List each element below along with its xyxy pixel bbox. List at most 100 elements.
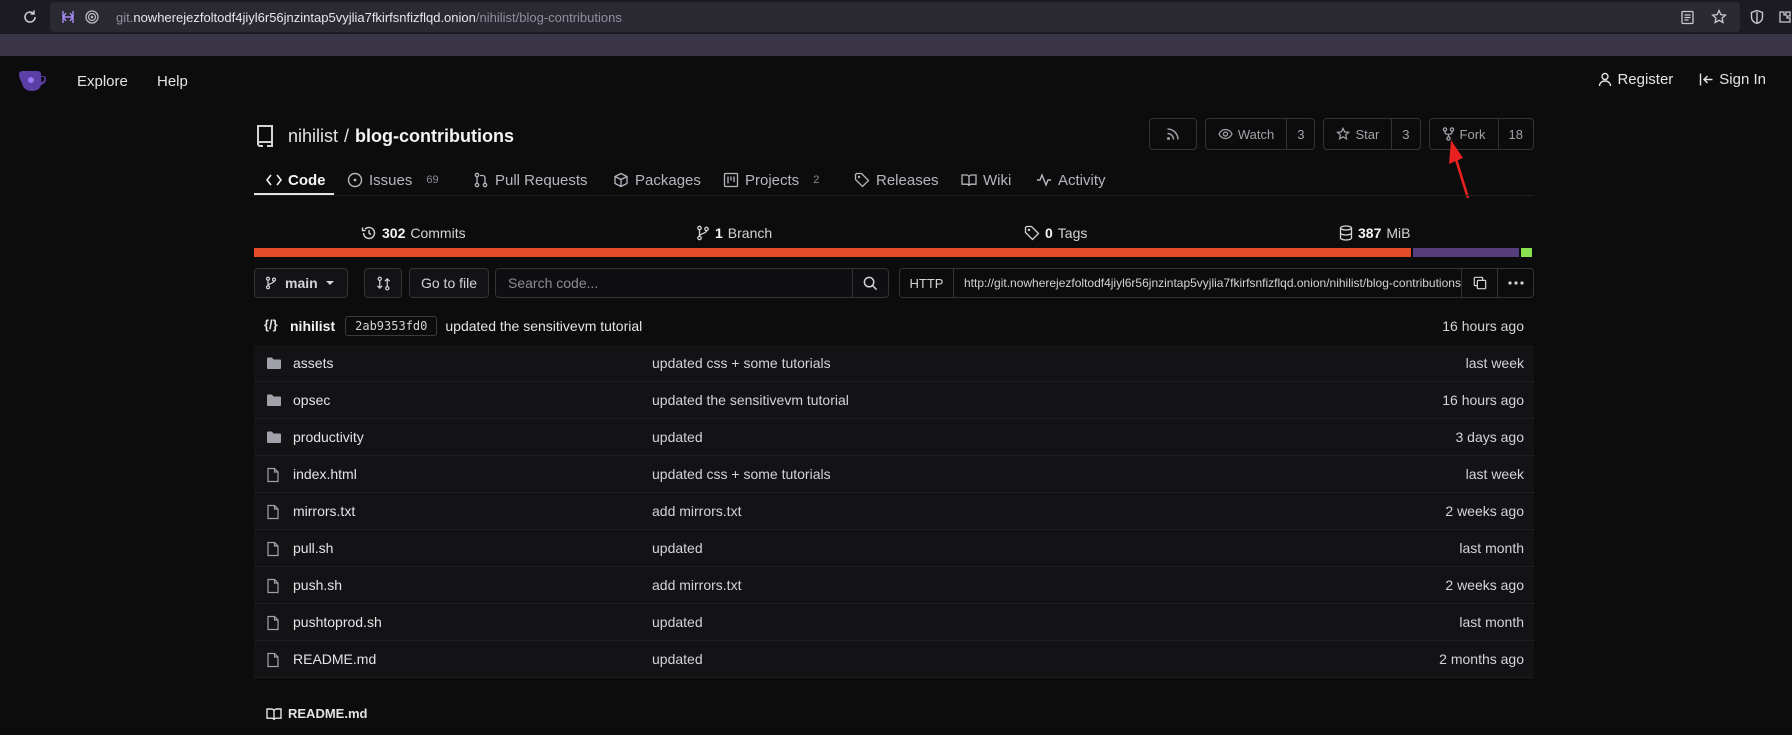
- repo-tabs: Code Issues 69 Pull Requests Packages Pr…: [254, 162, 1534, 196]
- language-segment[interactable]: [254, 248, 1411, 257]
- file-commit-message-link[interactable]: add mirrors.txt: [652, 577, 741, 593]
- star-label: Star: [1355, 126, 1380, 142]
- star-count[interactable]: 3: [1391, 119, 1419, 149]
- fork-count[interactable]: 18: [1497, 119, 1533, 149]
- database-icon: [1339, 225, 1353, 241]
- star-icon: [1336, 127, 1351, 141]
- star-button[interactable]: Star: [1324, 119, 1391, 149]
- tab-projects[interactable]: Projects 2: [723, 166, 819, 194]
- tab-issues[interactable]: Issues 69: [347, 166, 439, 194]
- register-link[interactable]: Register: [1598, 71, 1673, 88]
- author-avatar[interactable]: {/}: [264, 317, 286, 335]
- issues-count: 69: [426, 174, 439, 186]
- site-permissions-icon[interactable]: [56, 2, 80, 32]
- file-name-link[interactable]: index.html: [293, 466, 357, 482]
- file-commit-message-link[interactable]: updated css + some tutorials: [652, 355, 831, 371]
- branches-label: Branch: [727, 225, 773, 241]
- shield-icon[interactable]: [1743, 0, 1771, 34]
- branch-icon: [265, 276, 277, 290]
- file-icon: [266, 578, 282, 594]
- watch-button[interactable]: Watch: [1206, 119, 1286, 149]
- person-icon: [1599, 72, 1612, 87]
- branches-stat[interactable]: 1 Branch: [696, 225, 772, 241]
- file-commit-message-link[interactable]: updated css + some tutorials: [652, 466, 831, 482]
- file-commit-message-link[interactable]: updated: [652, 651, 703, 667]
- language-segment[interactable]: [1412, 248, 1519, 257]
- file-row: opsec updated the sensitivevm tutorial 16 …: [254, 382, 1534, 419]
- file-icon: [266, 504, 282, 520]
- url-text[interactable]: git.nowherejezfoltodf4jiyl6r56jnzintap5v…: [116, 10, 622, 25]
- tab-wiki[interactable]: Wiki: [961, 166, 1011, 194]
- register-label: Register: [1617, 71, 1674, 88]
- clone-protocol-button[interactable]: HTTP: [900, 269, 954, 297]
- file-row: mirrors.txt add mirrors.txt 2 weeks ago: [254, 493, 1534, 530]
- file-commit-time: last week: [1465, 355, 1524, 371]
- code-icon: [266, 174, 282, 186]
- go-to-file-button[interactable]: Go to file: [409, 268, 489, 298]
- tags-count: 0: [1045, 225, 1053, 241]
- reader-view-icon[interactable]: [1674, 2, 1700, 32]
- bookmark-star-icon[interactable]: [1706, 2, 1732, 32]
- sign-in-icon: [1700, 73, 1713, 86]
- tab-pull-requests[interactable]: Pull Requests: [473, 166, 588, 194]
- address-bar[interactable]: git.nowherejezfoltodf4jiyl6r56jnzintap5v…: [50, 2, 1740, 32]
- file-name-link[interactable]: productivity: [293, 429, 364, 445]
- watch-button-group: Watch 3: [1204, 118, 1316, 150]
- file-name-link[interactable]: push.sh: [293, 577, 342, 593]
- reload-icon[interactable]: [16, 0, 44, 34]
- copy-url-button[interactable]: [1461, 269, 1497, 297]
- watch-label: Watch: [1237, 126, 1275, 142]
- file-row: index.html updated css + some tutorials la…: [254, 456, 1534, 493]
- language-segment[interactable]: [1520, 248, 1532, 257]
- eye-icon: [1218, 128, 1233, 140]
- branch-selector[interactable]: main: [254, 268, 348, 298]
- watch-count[interactable]: 3: [1286, 119, 1314, 149]
- file-commit-message-link[interactable]: updated: [652, 540, 703, 556]
- tab-packages[interactable]: Packages: [613, 166, 701, 194]
- nav-help-link[interactable]: Help: [157, 73, 188, 90]
- nav-explore-link[interactable]: Explore: [77, 73, 128, 90]
- rss-button[interactable]: [1148, 118, 1197, 150]
- file-commit-message-link[interactable]: updated the sensitivevm tutorial: [652, 392, 849, 408]
- tab-releases[interactable]: Releases: [854, 166, 939, 194]
- search-button[interactable]: [852, 269, 888, 297]
- commits-count: 302: [382, 225, 406, 241]
- clone-url-field[interactable]: http://git.nowherejezfoltodf4jiyl6r56jnz…: [954, 269, 1461, 297]
- repo-owner-link[interactable]: nihilist: [288, 126, 338, 147]
- repo-actions: Watch 3 Star 3 Fork 18: [1148, 118, 1534, 150]
- compare-button[interactable]: [364, 268, 402, 298]
- repo-name-link[interactable]: blog-contributions: [355, 126, 514, 147]
- commit-sha-link[interactable]: 2ab9353fd0: [345, 316, 438, 336]
- forgejo-logo-icon[interactable]: [16, 68, 48, 94]
- file-name-link[interactable]: README.md: [293, 651, 376, 667]
- onion-icon[interactable]: [80, 2, 104, 32]
- browser-toolbar: git.nowherejezfoltodf4jiyl6r56jnzintap5v…: [0, 0, 1792, 34]
- browser-tab-strip: [0, 34, 1792, 56]
- file-commit-message-link[interactable]: updated: [652, 614, 703, 630]
- branch-icon: [697, 225, 709, 241]
- file-commit-time: 2 weeks ago: [1445, 503, 1524, 519]
- tab-activity[interactable]: Activity: [1036, 166, 1106, 194]
- commits-stat[interactable]: 302 Commits: [361, 225, 466, 241]
- file-icon: [266, 652, 282, 668]
- tab-issues-label: Issues: [369, 171, 413, 189]
- file-commit-message-link[interactable]: updated: [652, 429, 703, 445]
- readme-header[interactable]: README.md: [266, 706, 367, 721]
- file-name-link[interactable]: pull.sh: [293, 540, 333, 556]
- file-commit-message-link[interactable]: add mirrors.txt: [652, 503, 741, 519]
- tags-stat[interactable]: 0 Tags: [1024, 225, 1087, 241]
- file-name-link[interactable]: assets: [293, 355, 333, 371]
- file-name-link[interactable]: opsec: [293, 392, 330, 408]
- file-name-link[interactable]: mirrors.txt: [293, 503, 355, 519]
- language-stats-bar[interactable]: [254, 248, 1532, 257]
- commit-message-link[interactable]: updated the sensitivevm tutorial: [445, 318, 642, 334]
- commit-author-link[interactable]: nihilist: [290, 318, 335, 334]
- file-name-link[interactable]: pushtoprod.sh: [293, 614, 382, 630]
- extensions-icon[interactable]: [1771, 0, 1792, 34]
- search-input[interactable]: [496, 269, 852, 297]
- file-commit-time: last month: [1459, 614, 1524, 630]
- repo-title: nihilist / blog-contributions: [254, 124, 514, 148]
- more-options-button[interactable]: [1497, 269, 1533, 297]
- sign-in-link[interactable]: Sign In: [1699, 71, 1766, 88]
- tab-code[interactable]: Code: [266, 166, 326, 194]
